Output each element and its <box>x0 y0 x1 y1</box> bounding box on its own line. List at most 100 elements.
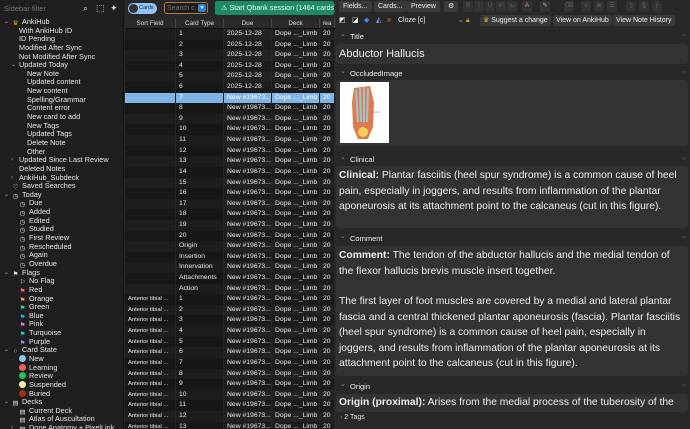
table-row[interactable]: Anterior tibial ... 13 New #19673... Dope .… <box>125 421 335 429</box>
sparkle-icon[interactable]: ✦ <box>110 3 118 14</box>
align-icon[interactable]: ☰ <box>607 1 617 12</box>
highlight-icon[interactable]: ✎ <box>540 1 550 12</box>
html-toggle-icon[interactable]: ‹› <box>682 153 686 166</box>
table-row[interactable]: 6 2025-12-28 Dope ..._Limb 20 <box>125 82 335 93</box>
table-row[interactable]: Innervation New #19673... Dope ..._Limb 20 <box>125 262 335 274</box>
sidebar-item-buried[interactable]: Buried <box>0 389 123 399</box>
table-row[interactable]: Origin New #19673... Dope ..._Limb 20 <box>125 241 335 252</box>
chevron-right-icon[interactable]: › <box>11 424 13 429</box>
chevron-down-icon[interactable]: ⌄ <box>4 398 9 407</box>
table-row[interactable]: Anterior tibial ... 1 New #19673... Dope ..… <box>125 294 335 305</box>
sidebar-item-card-state[interactable]: ⌄ ○ Card State <box>0 346 123 356</box>
chevron-down-icon[interactable]: ⌄ <box>4 346 9 355</box>
list-icon[interactable]: ≡ <box>581 1 591 12</box>
bird-icon[interactable]: ◭ <box>376 15 381 26</box>
sidebar-item-rescheduled[interactable]: ◷ Rescheduled <box>0 242 123 252</box>
field-header-clinical[interactable]: Clinical ‹› <box>336 151 690 166</box>
sidebar-item-orange[interactable]: ⚑ Orange <box>0 294 123 304</box>
sidebar-item-blue[interactable]: ⚑ Blue <box>0 311 123 321</box>
sidebar-item-red[interactable]: ⚑ Red <box>0 285 123 295</box>
column-header-due[interactable]: Due <box>224 18 272 28</box>
sidebar-item-updated-today[interactable]: ⌄ Updated Today <box>0 60 123 70</box>
microphone-icon[interactable]: 🎙 <box>639 1 649 12</box>
sidebar-item-turquoise[interactable]: ⚑ Turquoise <box>0 328 123 338</box>
table-row[interactable]: 10 New #19673... Dope ..._Limb 20 <box>125 124 335 136</box>
gear-icon[interactable]: ⚙ <box>444 1 459 12</box>
table-row[interactable]: Anterior tibial ... 2 New #19673... Dope ..… <box>125 304 335 316</box>
html-toggle-icon[interactable]: ‹› <box>682 380 686 393</box>
chevron-down-icon[interactable]: ⌄ <box>458 15 464 26</box>
sidebar-item-purple[interactable]: ⚑ Purple <box>0 337 123 347</box>
chevron-down-icon[interactable]: ⌄ <box>4 191 9 200</box>
column-header-rea[interactable]: rea <box>320 18 335 28</box>
superscript-icon[interactable]: x² <box>496 1 506 12</box>
pin-icon[interactable]: ◆ <box>364 15 369 26</box>
table-row[interactable]: 11 New #19673... Dope ..._Limb 20 <box>125 135 335 146</box>
eraser-icon[interactable]: ⌫ <box>564 1 574 12</box>
sidebar-item-due[interactable]: ◷ Due <box>0 199 123 209</box>
sidebar-item-today[interactable]: ⌄ ◷ Today <box>0 190 123 200</box>
field-header-comment[interactable]: Comment ‹› <box>336 230 690 245</box>
table-row[interactable]: Anterior tibial ... 10 New #19673... Dope .… <box>125 389 335 401</box>
column-header-card-type[interactable]: Card Type <box>176 18 224 28</box>
sidebar-filter-input[interactable] <box>2 2 78 15</box>
text-color-icon[interactable]: A <box>522 1 532 12</box>
ordered-list-icon[interactable]: ≣ <box>594 1 604 12</box>
table-row[interactable]: 20 New #19673... Dope ..._Limb 20 <box>125 230 335 242</box>
table-row[interactable]: Anterior tibial ... 7 New #19673... Dope ..… <box>125 357 335 369</box>
underline-icon[interactable]: U <box>485 1 495 12</box>
table-row[interactable]: Anterior tibial ... 4 New #19673... Dope ..… <box>125 326 335 337</box>
field-header-title[interactable]: Title ‹› <box>336 28 690 43</box>
table-row[interactable]: 1 2025-12-28 Dope ..._Limb 20 <box>125 29 335 40</box>
sidebar-item-saved-searches[interactable]: ♡ Saved Searches <box>0 181 123 191</box>
collapse-icon[interactable]: ◪ <box>352 15 359 26</box>
table-row[interactable]: 5 2025-12-28 Dope ..._Limb 20 <box>125 71 335 83</box>
title-field-input[interactable]: Abductor Hallucis <box>336 44 688 64</box>
table-row[interactable]: Anterior tibial ... 6 New #19673... Dope ..… <box>125 347 335 358</box>
attachment-icon[interactable]: ▯ <box>626 1 636 12</box>
function-icon[interactable]: ƒ <box>652 1 662 12</box>
sidebar-item-suspended[interactable]: Suspended <box>0 380 123 390</box>
table-row[interactable]: Action New #19673... Dope ..._Limb 20 <box>125 283 335 295</box>
chevron-right-icon[interactable]: › <box>11 174 13 183</box>
table-row[interactable]: 3 2025-12-28 Dope ..._Limb 20 <box>125 50 335 61</box>
table-row[interactable]: Anterior tibial ... 3 New #19673... Dope ..… <box>125 315 335 327</box>
search-icon[interactable]: ⌕ <box>83 3 88 14</box>
chevron-down-icon[interactable]: ⌄ <box>11 61 16 70</box>
table-row[interactable]: 4 2025-12-28 Dope ..._Limb 20 <box>125 60 335 72</box>
html-toggle-icon[interactable]: ‹› <box>682 30 686 43</box>
column-header-sort-field[interactable]: Sort Field <box>125 18 176 28</box>
field-header-origin[interactable]: Origin ‹› <box>336 378 690 393</box>
tags-toggle[interactable]: › 2 Tags <box>340 414 365 421</box>
sidebar-item-dope-anatomy-pixellink[interactable]: ›▤Dope Anatomy + PixelLink <box>0 423 123 429</box>
sidebar-item-no-flag[interactable]: ⚐ No Flag <box>0 276 123 286</box>
expand-icon[interactable]: ◩ <box>339 15 346 26</box>
table-row[interactable]: 15 New #19673... Dope ..._Limb 20 <box>125 177 335 189</box>
folder-icon[interactable]: ■ <box>387 15 391 26</box>
sidebar-item-learning[interactable]: Learning <box>0 363 123 373</box>
view-on-ankihub-button[interactable]: View on AnkiHub <box>553 15 612 26</box>
table-row[interactable]: 8 New #19673... Dope ..._Limb 20 <box>125 103 335 114</box>
cards-button[interactable]: Cards... <box>374 1 407 12</box>
table-row[interactable]: 13 New #19673... Dope ..._Limb 20 <box>125 156 335 167</box>
table-row[interactable]: Anterior tibial ... 11 New #19673... Dope .… <box>125 400 335 411</box>
chevron-down-icon[interactable]: ⌄ <box>4 18 9 27</box>
table-row[interactable]: Anterior tibial ... 8 New #19673... Dope ..… <box>125 368 335 380</box>
html-toggle-icon[interactable]: ‹› <box>682 232 686 245</box>
table-row[interactable]: Insertion New #19673... Dope ..._Limb 20 <box>125 251 335 263</box>
table-row[interactable]: 17 New #19673... Dope ..._Limb 20 <box>125 198 335 210</box>
fields-button[interactable]: Fields... <box>339 1 372 12</box>
table-row[interactable]: 9 New #19673... Dope ..._Limb 20 <box>125 113 335 125</box>
sidebar-item-added[interactable]: ◷ Added <box>0 207 123 217</box>
chevron-down-icon[interactable]: ▼ <box>198 4 206 12</box>
sidebar-item-delete-note[interactable]: Delete Note <box>0 138 123 148</box>
suggest-change-button[interactable]: ♛ Suggest a change <box>480 15 551 26</box>
table-row[interactable]: Anterior tibial ... 9 New #19673... Dope ..… <box>125 379 335 390</box>
sidebar-item-green[interactable]: ⚑ Green <box>0 302 123 312</box>
italic-icon[interactable]: I <box>474 1 484 12</box>
sidebar-item-pink[interactable]: ⚑ Pink <box>0 320 123 330</box>
sidebar-item-again[interactable]: ◷ Again <box>0 250 123 260</box>
cards-notes-toggle[interactable]: Cards <box>128 3 157 14</box>
table-row[interactable]: 12 New #19673... Dope ..._Limb 20 <box>125 145 335 157</box>
sidebar-item-overdue[interactable]: ◷ Overdue <box>0 259 123 269</box>
